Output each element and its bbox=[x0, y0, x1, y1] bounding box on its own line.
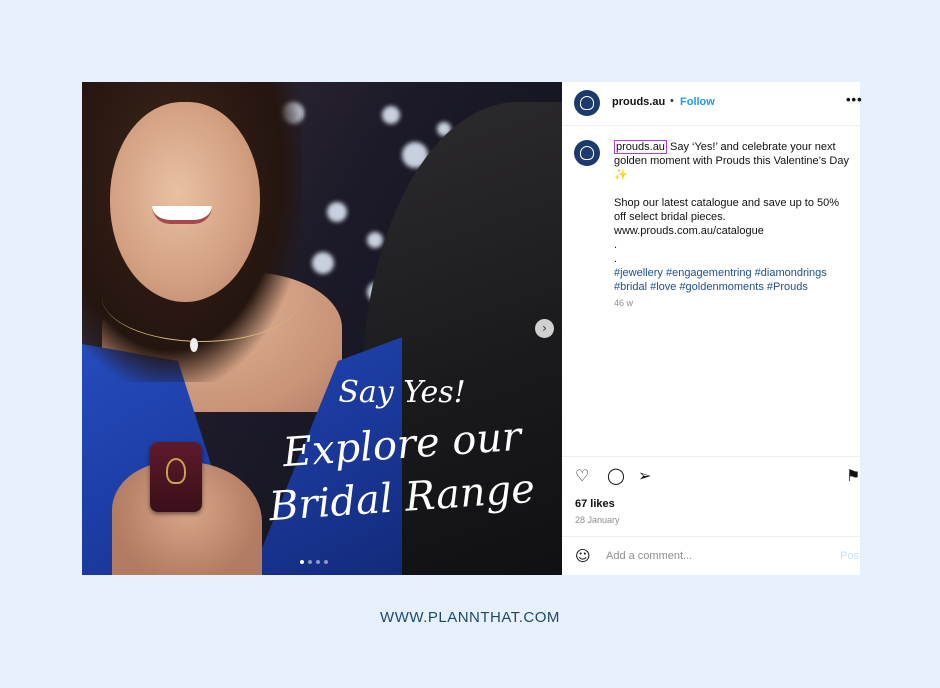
smile bbox=[152, 206, 212, 224]
hashtags[interactable]: #jewellery #engagementring #diamondrings… bbox=[614, 266, 854, 294]
caption-link[interactable]: www.prouds.com.au/catalogue bbox=[614, 224, 854, 238]
username[interactable]: prouds.au bbox=[612, 96, 665, 108]
carousel-dot[interactable] bbox=[300, 560, 304, 564]
post-comment-button[interactable]: Post bbox=[840, 550, 860, 562]
instagram-post: Say Yes! Explore our Bridal Range › prou… bbox=[82, 82, 863, 575]
avatar[interactable] bbox=[574, 90, 600, 116]
ring-box-emblem bbox=[166, 458, 186, 484]
bokeh-light bbox=[382, 106, 400, 124]
overlay-say-yes: Say Yes! bbox=[338, 375, 466, 410]
caption-username[interactable]: prouds.au bbox=[614, 140, 667, 154]
crest-icon bbox=[580, 96, 594, 110]
post-header: prouds.au • Follow ••• bbox=[562, 82, 863, 126]
comment-row: ☺ Add a comment... Post bbox=[562, 536, 860, 575]
bookmark-icon[interactable]: ⚑ bbox=[846, 467, 864, 485]
caption-dot: . bbox=[614, 239, 618, 251]
pendant bbox=[190, 338, 198, 352]
carousel-dots bbox=[300, 560, 328, 564]
ring-box bbox=[150, 442, 202, 512]
follow-button[interactable]: Follow bbox=[680, 96, 715, 108]
footer-url: WWW.PLANNTHAT.COM bbox=[380, 609, 560, 626]
carousel-dot[interactable] bbox=[316, 560, 320, 564]
comment-icon[interactable]: ◯ bbox=[607, 467, 625, 485]
post-image[interactable]: Say Yes! Explore our Bridal Range › bbox=[82, 82, 562, 575]
necklace bbox=[102, 252, 302, 342]
action-bar: ♡ ◯ ➢ ⚑ bbox=[562, 456, 860, 494]
carousel-dot[interactable] bbox=[324, 560, 328, 564]
separator: • bbox=[670, 95, 674, 107]
more-options-icon[interactable]: ••• bbox=[846, 92, 863, 107]
crest-icon bbox=[580, 146, 594, 160]
emoji-icon[interactable]: ☺ bbox=[575, 547, 593, 565]
carousel-next-button[interactable]: › bbox=[535, 319, 554, 338]
bokeh-light bbox=[367, 232, 383, 248]
comment-input[interactable]: Add a comment... bbox=[606, 550, 692, 562]
caption-avatar[interactable] bbox=[574, 140, 600, 166]
post-sidebar: prouds.au • Follow ••• prouds.au Say ‘Ye… bbox=[562, 82, 863, 575]
carousel-dot[interactable] bbox=[308, 560, 312, 564]
bokeh-light bbox=[312, 252, 334, 274]
share-icon[interactable]: ➢ bbox=[638, 467, 656, 485]
caption-offer: Shop our latest catalogue and save up to… bbox=[614, 197, 840, 223]
heart-icon[interactable]: ♡ bbox=[575, 467, 593, 485]
bokeh-light bbox=[327, 202, 347, 222]
likes-count[interactable]: 67 likes bbox=[575, 498, 615, 510]
caption-dot: . bbox=[614, 253, 618, 265]
post-date: 28 January bbox=[575, 515, 620, 525]
caption-age: 46 w bbox=[614, 298, 634, 308]
caption: prouds.au Say ‘Yes!’ and celebrate your … bbox=[614, 140, 854, 294]
